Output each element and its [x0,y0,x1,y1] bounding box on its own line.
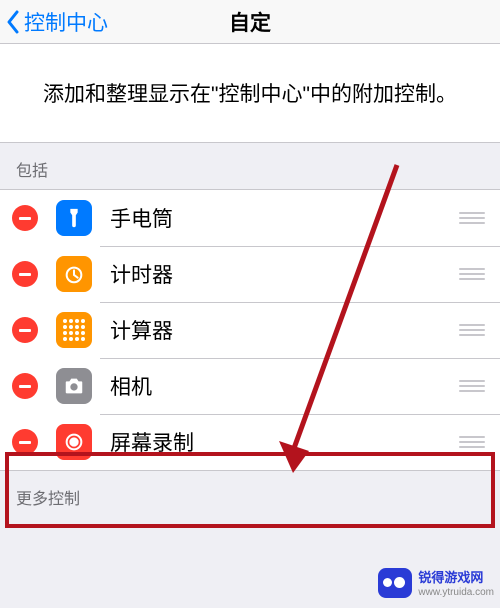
calculator-icon [56,312,92,348]
remove-button[interactable] [12,261,38,287]
minus-icon [19,273,31,276]
section-header-more: 更多控制 [0,471,500,517]
back-label: 控制中心 [24,7,108,37]
chevron-left-icon [6,10,20,34]
item-label: 手电筒 [110,203,459,233]
instruction-text: 添加和整理显示在"控制中心"中的附加控制。 [0,44,500,143]
minus-icon [19,329,31,332]
drag-handle[interactable] [459,380,485,392]
remove-button[interactable] [12,373,38,399]
item-label: 计时器 [110,259,459,289]
included-list: 手电筒 计时器 计算器 相机 屏幕录制 [0,189,500,471]
watermark-logo-icon [378,568,412,598]
item-label: 相机 [110,371,459,401]
list-item[interactable]: 屏幕录制 [0,414,500,470]
drag-handle[interactable] [459,324,485,336]
flashlight-icon [56,200,92,236]
drag-handle[interactable] [459,212,485,224]
minus-icon [19,441,31,444]
remove-button[interactable] [12,205,38,231]
remove-button[interactable] [12,317,38,343]
back-button[interactable]: 控制中心 [0,0,108,43]
remove-button[interactable] [12,429,38,455]
camera-icon [56,368,92,404]
item-label: 屏幕录制 [110,427,459,457]
item-label: 计算器 [110,315,459,345]
list-item[interactable]: 手电筒 [0,190,500,246]
minus-icon [19,385,31,388]
drag-handle[interactable] [459,268,485,280]
timer-icon [56,256,92,292]
list-item[interactable]: 计时器 [0,246,500,302]
watermark-title: 锐得游戏网 [418,570,483,585]
watermark: 锐得游戏网 www.ytruida.com [378,568,494,598]
minus-icon [19,217,31,220]
section-header-include: 包括 [0,143,500,189]
list-item[interactable]: 相机 [0,358,500,414]
list-item[interactable]: 计算器 [0,302,500,358]
watermark-url: www.ytruida.com [418,587,494,598]
record-icon [56,424,92,460]
drag-handle[interactable] [459,436,485,448]
nav-bar: 控制中心 自定 [0,0,500,44]
